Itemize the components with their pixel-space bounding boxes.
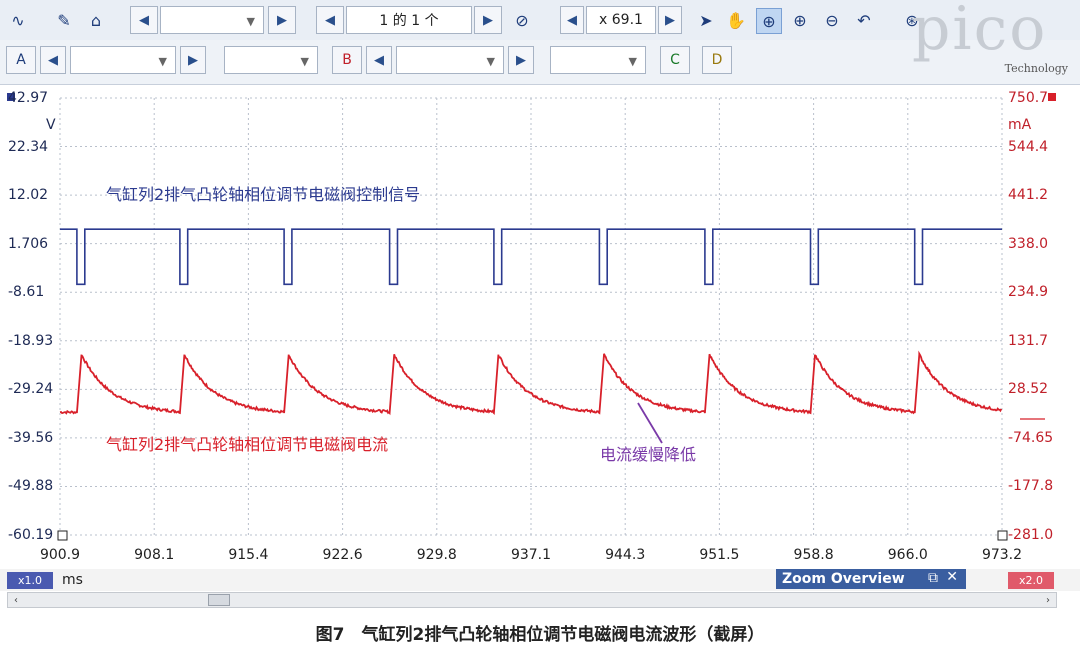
waveform-graph[interactable] <box>0 85 1080 605</box>
right-axis-marker <box>1048 93 1056 101</box>
channel-a-next-button[interactable]: ▶ <box>180 46 206 74</box>
x-tick-label: 951.5 <box>699 547 740 563</box>
figure-caption: 图7 气缸列2排气凸轮轴相位调节电磁阀电流波形（截屏） <box>315 625 765 645</box>
left-tick-label: -49.88 <box>8 478 54 495</box>
right-tick-label: 234.9 <box>1008 284 1049 301</box>
horizontal-scrollbar[interactable]: ‹ › <box>7 592 1057 608</box>
left-tick-label: -39.56 <box>8 429 54 446</box>
pico-logo: pico Technology <box>912 0 1072 82</box>
scroll-left-button[interactable]: ‹ <box>8 593 24 607</box>
red-trace-label: 气缸列2排气凸轮轴相位调节电磁阀电流 <box>106 435 389 454</box>
x-tick-label: 944.3 <box>605 547 646 563</box>
compass-icon[interactable]: ⊘ <box>510 8 534 32</box>
wand-icon[interactable]: ✎ <box>52 8 76 32</box>
left-tick-label: -18.93 <box>8 332 54 349</box>
channel-a-coupling-select[interactable]: ▼ <box>224 46 318 74</box>
logo-text: pico <box>912 0 1048 64</box>
bottom-left-marker <box>57 530 68 541</box>
x-tick-label: 929.8 <box>416 547 457 563</box>
scroll-thumb[interactable] <box>208 594 230 606</box>
right-tick-label: -74.65 <box>1008 429 1054 446</box>
x-tick-label: 966.0 <box>887 547 928 563</box>
zoom-overview-title: Zoom Overview <box>782 571 905 587</box>
close-icon[interactable]: ✕ <box>946 569 958 585</box>
left-tick-label: -60.19 <box>8 527 54 543</box>
channel-c-button[interactable]: C <box>660 46 690 74</box>
x-tick-label: 908.1 <box>134 547 175 563</box>
channel-b-range-select[interactable]: ▼ <box>396 46 504 74</box>
next-page-button[interactable]: ▶ <box>474 6 502 34</box>
status-bar: x1.0 ms Zoom Overview ⧉ ✕ x2.0 <box>0 569 1080 591</box>
channel-a-button[interactable]: A <box>6 46 36 74</box>
pointer-icon[interactable]: ➤ <box>694 8 718 32</box>
right-tick-label: 750.7 <box>1008 90 1049 106</box>
left-scale-badge[interactable]: x1.0 <box>7 572 53 589</box>
channel-b-prev-button[interactable]: ◀ <box>366 46 392 74</box>
channel-b-next-button[interactable]: ▶ <box>508 46 534 74</box>
blue-trace-label: 气缸列2排气凸轮轴相位调节电磁阀控制信号 <box>106 185 421 204</box>
channel-b-coupling-select[interactable]: ▼ <box>550 46 646 74</box>
hand-icon[interactable]: ✋ <box>724 8 748 32</box>
restore-icon[interactable]: ⧉ <box>928 570 938 586</box>
channel-d-button[interactable]: D <box>702 46 732 74</box>
zoom-in-icon[interactable]: ⊕ <box>788 8 812 32</box>
next-buffer-button[interactable]: ▶ <box>268 6 296 34</box>
scope-display: 42.97 22.34 12.02 1.706 -8.61 -18.93 -29.24 -39… <box>0 85 1080 605</box>
scroll-right-button[interactable]: › <box>1040 593 1056 607</box>
left-tick-label: -29.24 <box>8 381 54 398</box>
channel-a-prev-button[interactable]: ◀ <box>40 46 66 74</box>
scope-icon[interactable]: ∿ <box>6 8 30 32</box>
right-axis-unit: mA <box>1008 117 1032 133</box>
home-icon[interactable]: ⌂ <box>84 8 108 32</box>
logo-subtext: Technology <box>1004 62 1068 75</box>
undo-icon[interactable]: ↶ <box>852 8 876 32</box>
zoom-overview-panel[interactable]: Zoom Overview ⧉ ✕ <box>776 569 966 589</box>
buffer-select[interactable]: ▼ <box>160 6 264 34</box>
x-tick-label: 958.8 <box>793 547 834 563</box>
x-tick-label: 973.2 <box>981 547 1023 563</box>
right-tick-label: -177.8 <box>1008 478 1054 495</box>
x-axis-unit: ms <box>62 572 83 588</box>
channel-a-range-select[interactable]: ▼ <box>70 46 176 74</box>
right-tick-label: -281.0 <box>1008 527 1054 543</box>
right-tick-label: 441.2 <box>1008 187 1049 204</box>
left-tick-label: -8.61 <box>8 284 45 301</box>
left-tick-label: 12.02 <box>8 187 49 204</box>
zoom-prev-button[interactable]: ◀ <box>560 6 584 34</box>
page-selector[interactable]: 1 的 1 个 <box>346 6 472 34</box>
channel-b-button[interactable]: B <box>332 46 362 74</box>
x-tick-label: 900.9 <box>39 547 81 563</box>
left-tick-label: 22.34 <box>8 138 49 155</box>
x-tick-label: 922.6 <box>322 547 363 563</box>
left-axis-unit: V <box>46 117 56 133</box>
left-tick-label: 1.706 <box>8 235 49 252</box>
left-tick-label: 42.97 <box>8 90 49 106</box>
bottom-right-marker <box>997 530 1008 541</box>
right-scale-badge[interactable]: x2.0 <box>1008 572 1054 589</box>
right-tick-label: 544.4 <box>1008 138 1049 155</box>
x-tick-label: 915.4 <box>228 547 269 563</box>
slow-decline-label: 电流缓慢降低 <box>600 445 697 464</box>
right-tick-label: 28.52 <box>1008 381 1049 398</box>
right-tick-label: 338.0 <box>1008 235 1049 252</box>
zoom-box-icon[interactable]: ⊕ <box>756 8 782 34</box>
zoom-next-button[interactable]: ▶ <box>658 6 682 34</box>
zoom-level[interactable]: x 69.1 <box>586 6 656 34</box>
prev-page-button[interactable]: ◀ <box>316 6 344 34</box>
zoom-out-icon[interactable]: ⊖ <box>820 8 844 32</box>
right-tick-label: 131.7 <box>1008 332 1049 349</box>
prev-buffer-button[interactable]: ◀ <box>130 6 158 34</box>
x-tick-label: 937.1 <box>510 547 552 563</box>
